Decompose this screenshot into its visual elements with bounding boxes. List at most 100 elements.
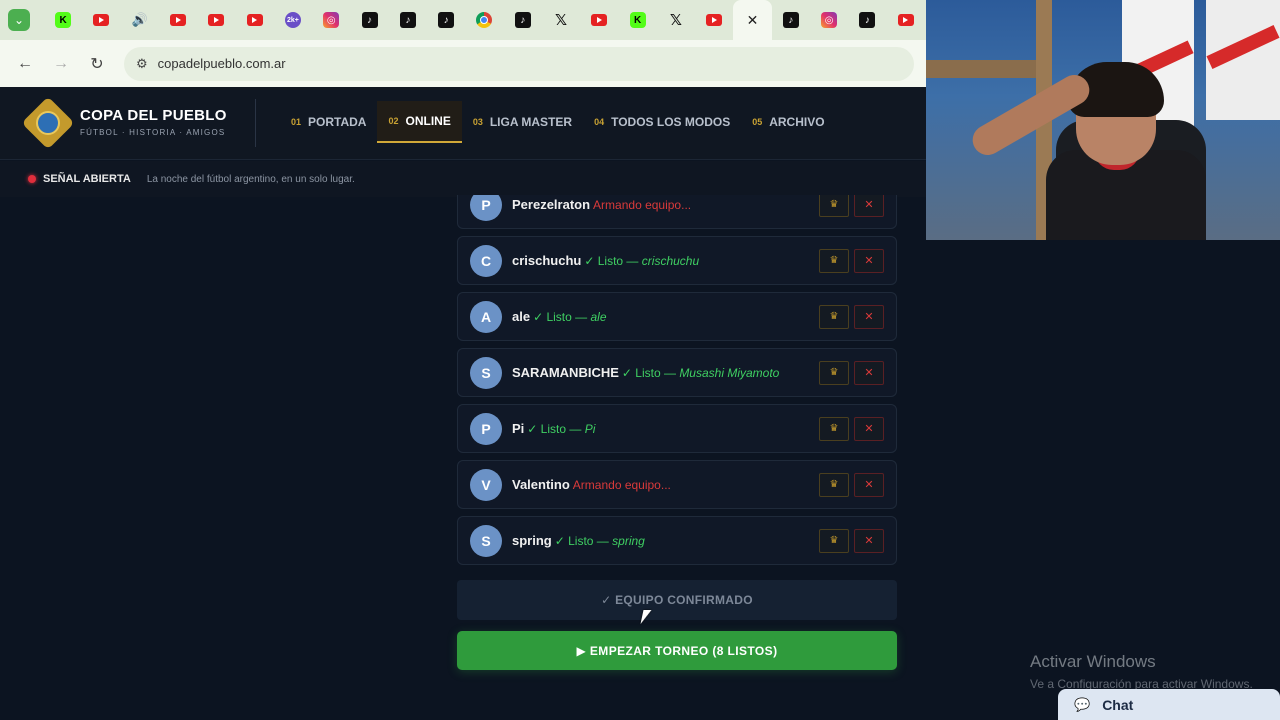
- nav-item-number: 05: [752, 117, 763, 127]
- browser-tab[interactable]: [887, 0, 925, 40]
- nav-item-archivo[interactable]: 05 ARCHIVO: [741, 101, 835, 143]
- make-captain-crown-icon[interactable]: ♛: [819, 416, 849, 441]
- player-team: spring: [612, 534, 645, 548]
- browser-tab[interactable]: [159, 0, 197, 40]
- chat-button[interactable]: 💬 Chat: [1058, 689, 1280, 720]
- kick-player-close-icon[interactable]: ✕: [854, 360, 884, 385]
- chat-icon: 💬: [1074, 696, 1091, 712]
- player-row: P Pi ✓ Listo — Pi ♛ ✕: [457, 404, 897, 453]
- avatar: A: [470, 300, 502, 333]
- live-dot-icon: [28, 175, 36, 183]
- back-arrow-icon[interactable]: ←: [14, 53, 36, 75]
- close-icon[interactable]: ✕: [744, 12, 760, 28]
- kick-player-close-icon[interactable]: ✕: [854, 195, 884, 217]
- kick-player-close-icon[interactable]: ✕: [854, 528, 884, 553]
- browser-tab[interactable]: 𝕏: [542, 0, 580, 40]
- browser-tab[interactable]: ◎: [312, 0, 350, 40]
- avatar: S: [470, 356, 502, 389]
- tiktok-icon: ♪: [361, 12, 378, 28]
- browser-tab[interactable]: [82, 0, 120, 40]
- address-bar[interactable]: ⚙ copadelpueblo.com.ar: [124, 46, 914, 81]
- make-captain-crown-icon[interactable]: ♛: [819, 528, 849, 553]
- webcam-jersey: [1206, 0, 1280, 120]
- reload-icon[interactable]: ↻: [86, 53, 108, 75]
- player-info: crischuchu ✓ Listo — crischuchu: [512, 253, 699, 268]
- header-divider: [255, 99, 256, 147]
- player-status: ✓ Listo — crischuchu: [584, 254, 699, 268]
- youtube-icon: [246, 14, 263, 26]
- make-captain-crown-icon[interactable]: ♛: [819, 360, 849, 385]
- browser-tab[interactable]: [465, 0, 503, 40]
- browser-tab[interactable]: ♪: [350, 0, 388, 40]
- site-settings-icon[interactable]: ⚙: [136, 56, 148, 72]
- start-tournament-button[interactable]: ▶ EMPEZAR TORNEO (8 LISTOS): [457, 631, 897, 670]
- nav-item-number: 02: [388, 116, 399, 126]
- browser-tab[interactable]: 🔊: [121, 0, 159, 40]
- player-info: Valentino Armando equipo...: [512, 477, 671, 492]
- x-icon: 𝕏: [554, 12, 568, 29]
- player-row: S SARAMANBICHE ✓ Listo — Musashi Miyamoto ♛…: [457, 348, 897, 397]
- youtube-icon: [93, 14, 110, 26]
- instagram-icon: ◎: [323, 12, 340, 28]
- browser-tab[interactable]: ♪: [504, 0, 542, 40]
- nav-item-liga-master[interactable]: 03 LIGA MASTER: [462, 101, 583, 143]
- browser-tab[interactable]: [235, 0, 273, 40]
- chrome-icon: [476, 12, 493, 28]
- brand-subtitle: FÚTBOL · HISTORIA · AMIGOS: [80, 128, 226, 137]
- player-status-text: ✓ Listo —: [554, 534, 609, 548]
- make-captain-crown-icon[interactable]: ♛: [819, 472, 849, 497]
- browser-tab[interactable]: ♪: [427, 0, 465, 40]
- browser-tab[interactable]: 2k+: [274, 0, 312, 40]
- nav-item-label: PORTADA: [308, 115, 367, 129]
- browser-tab[interactable]: [197, 0, 235, 40]
- youtube-icon: [897, 14, 914, 26]
- live-ticker: SEÑAL ABIERTA La noche del fútbol argent…: [0, 161, 926, 197]
- player-name: Valentino: [512, 477, 570, 492]
- nav-item-label: ARCHIVO: [769, 115, 825, 129]
- browser-tab[interactable]: K: [618, 0, 656, 40]
- youtube-icon: [208, 14, 225, 26]
- nav-item-label: LIGA MASTER: [489, 115, 573, 129]
- browser-tab[interactable]: ◎: [810, 0, 848, 40]
- make-captain-crown-icon[interactable]: ♛: [819, 248, 849, 273]
- nav-item-portada[interactable]: 01 PORTADA: [280, 101, 377, 143]
- player-info: SARAMANBICHE ✓ Listo — Musashi Miyamoto: [512, 365, 779, 380]
- x-icon: 𝕏: [669, 12, 682, 29]
- url-text[interactable]: copadelpueblo.com.ar: [158, 56, 286, 71]
- chat-label: Chat: [1102, 696, 1134, 713]
- player-status-text: Armando equipo...: [593, 198, 692, 212]
- webcam-overlay: [926, 0, 1280, 240]
- browser-tab[interactable]: ♪: [848, 0, 886, 40]
- nav-item-number: 01: [291, 117, 302, 127]
- player-name: ale: [512, 309, 531, 324]
- browser-tab[interactable]: ♪: [389, 0, 427, 40]
- make-captain-crown-icon[interactable]: ♛: [819, 195, 849, 217]
- tiktok-icon: ♪: [859, 12, 876, 28]
- youtube-icon: [591, 14, 608, 26]
- browser-tab[interactable]: 𝕏: [657, 0, 695, 40]
- browser-tab[interactable]: ✕: [733, 0, 772, 40]
- browser-toolbar: ← → ↻ ⚙ copadelpueblo.com.ar: [0, 40, 926, 87]
- nav-item-online[interactable]: 02 ONLINE: [377, 101, 462, 143]
- avatar: V: [470, 468, 502, 501]
- browser-tab[interactable]: K: [44, 0, 82, 40]
- browser-tab[interactable]: [695, 0, 733, 40]
- team-confirmed-button[interactable]: ✓ EQUIPO CONFIRMADO: [457, 580, 897, 620]
- player-team: crischuchu: [641, 254, 700, 268]
- make-captain-crown-icon[interactable]: ♛: [819, 304, 849, 329]
- nav-item-todos-los-modos[interactable]: 04 TODOS LOS MODOS: [583, 101, 741, 143]
- browser-tab[interactable]: [580, 0, 618, 40]
- forward-arrow-icon[interactable]: →: [50, 53, 72, 75]
- kick-player-close-icon[interactable]: ✕: [854, 248, 884, 273]
- kick-player-close-icon[interactable]: ✕: [854, 472, 884, 497]
- youtube-icon: [706, 14, 723, 26]
- tab-search-chevron-icon[interactable]: ⌄: [8, 9, 30, 31]
- browser-tab[interactable]: ♪: [772, 0, 810, 40]
- kick-player-close-icon[interactable]: ✕: [854, 304, 884, 329]
- tiktok-icon: ♪: [399, 12, 416, 28]
- player-status-text: ✓ Listo —: [584, 254, 639, 268]
- kick-player-close-icon[interactable]: ✕: [854, 416, 884, 441]
- tiktok-icon: ♪: [438, 12, 455, 28]
- brand-title[interactable]: COPA DEL PUEBLO: [80, 107, 227, 124]
- youtube-icon: [170, 14, 187, 26]
